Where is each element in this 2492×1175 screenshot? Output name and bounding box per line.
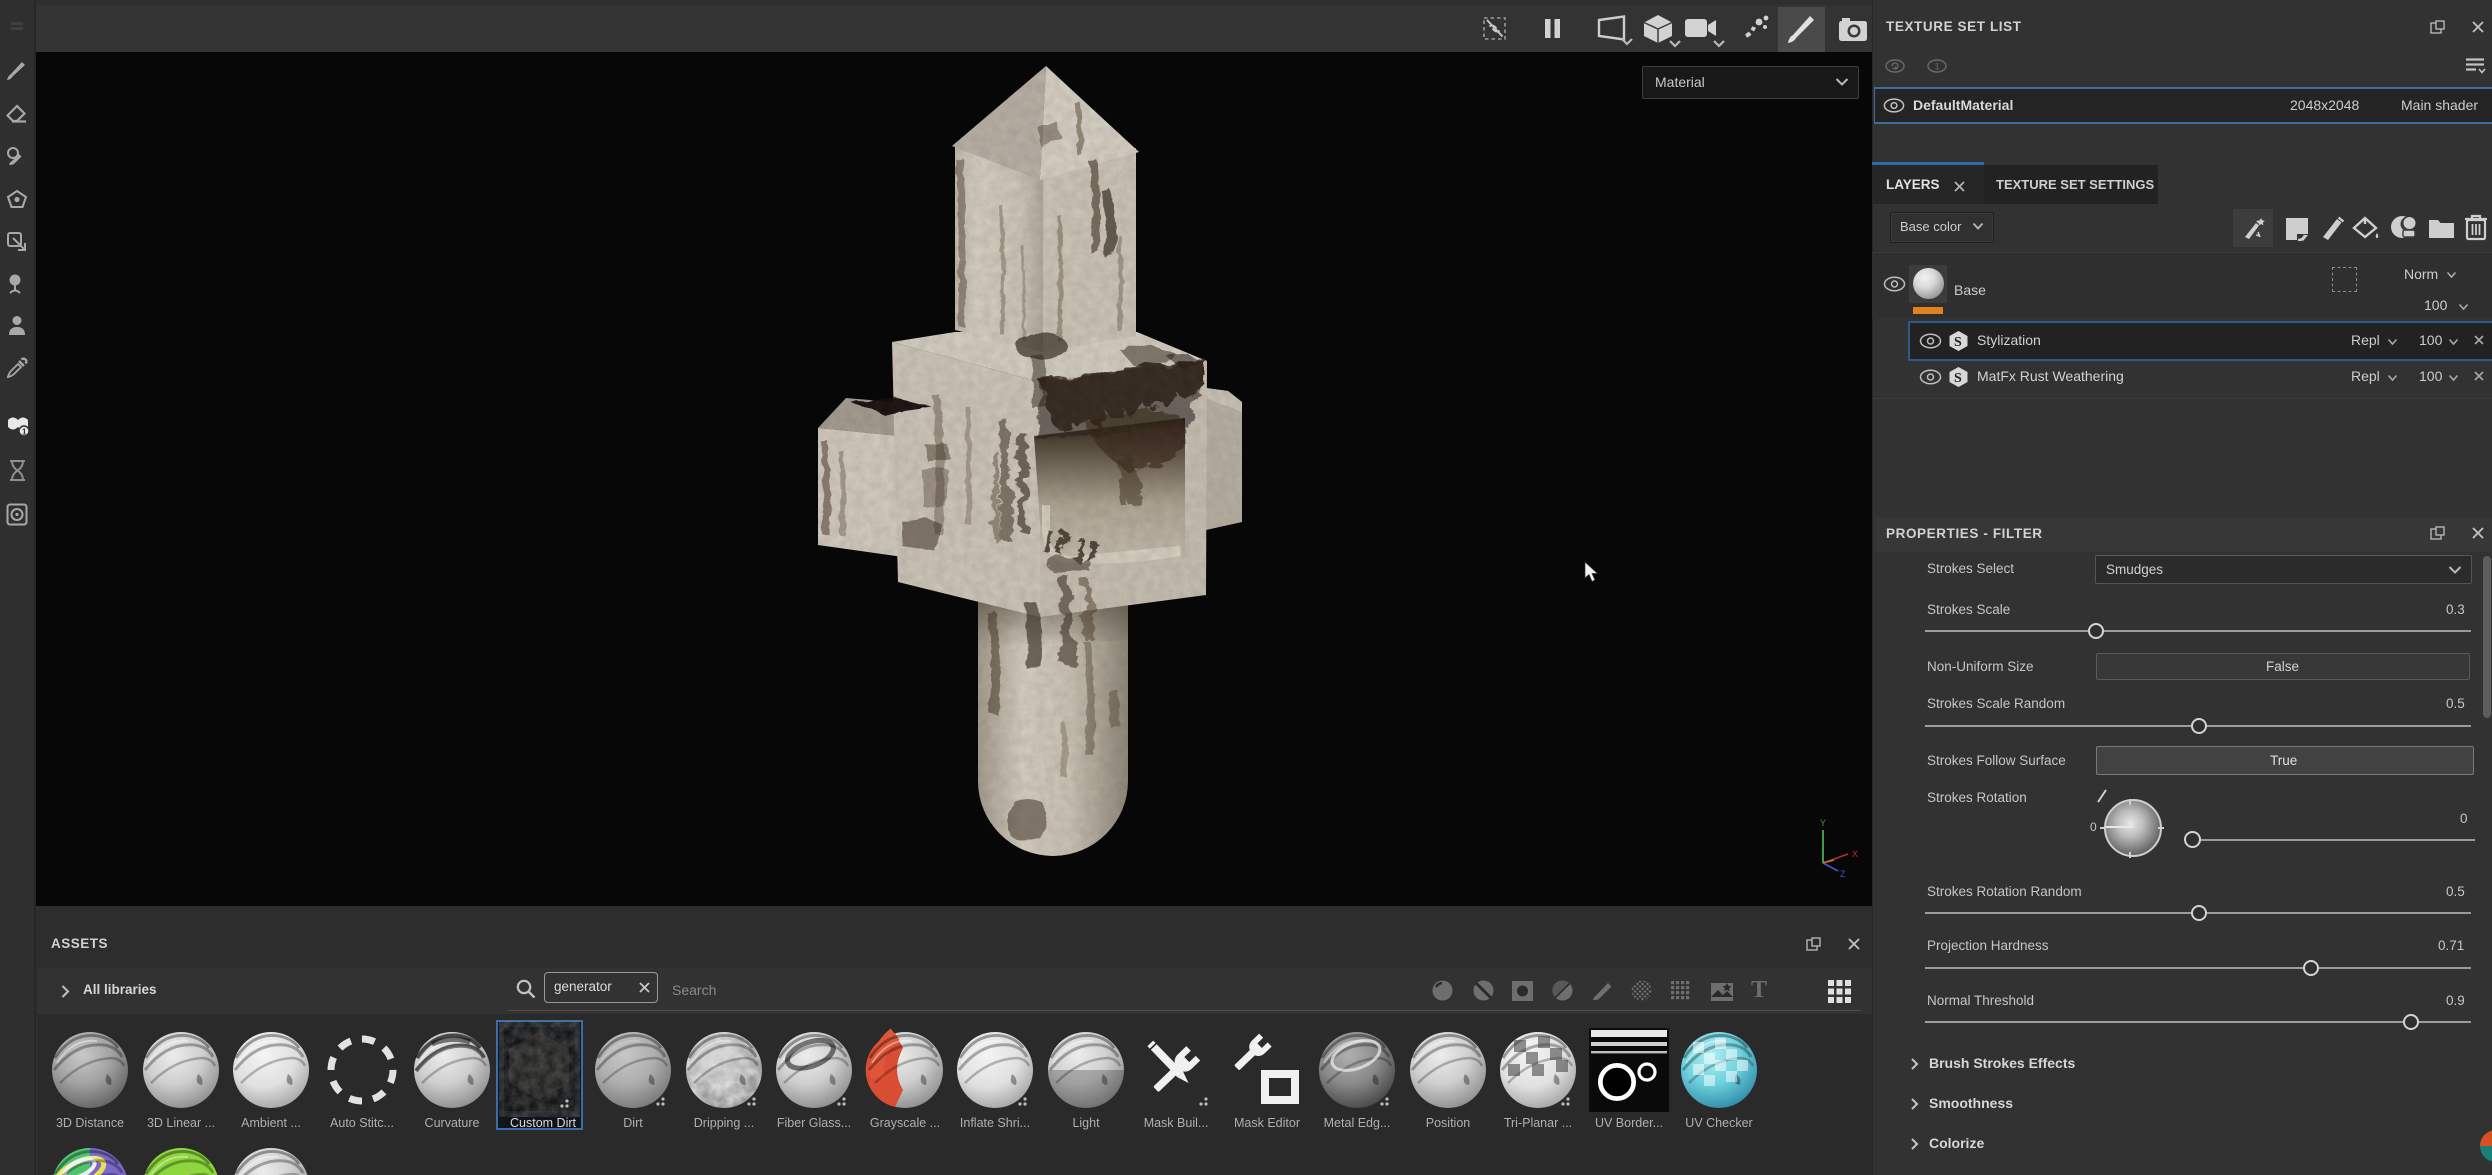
svg-text:Z: Z bbox=[1840, 869, 1846, 878]
svg-text:X: X bbox=[1852, 849, 1858, 859]
svg-text:1: 1 bbox=[22, 428, 27, 437]
svg-text:S: S bbox=[1954, 335, 1962, 350]
svg-text:S: S bbox=[1954, 371, 1962, 386]
svg-text:Y: Y bbox=[1820, 818, 1826, 828]
svg-text:1: 1 bbox=[1935, 62, 1940, 72]
